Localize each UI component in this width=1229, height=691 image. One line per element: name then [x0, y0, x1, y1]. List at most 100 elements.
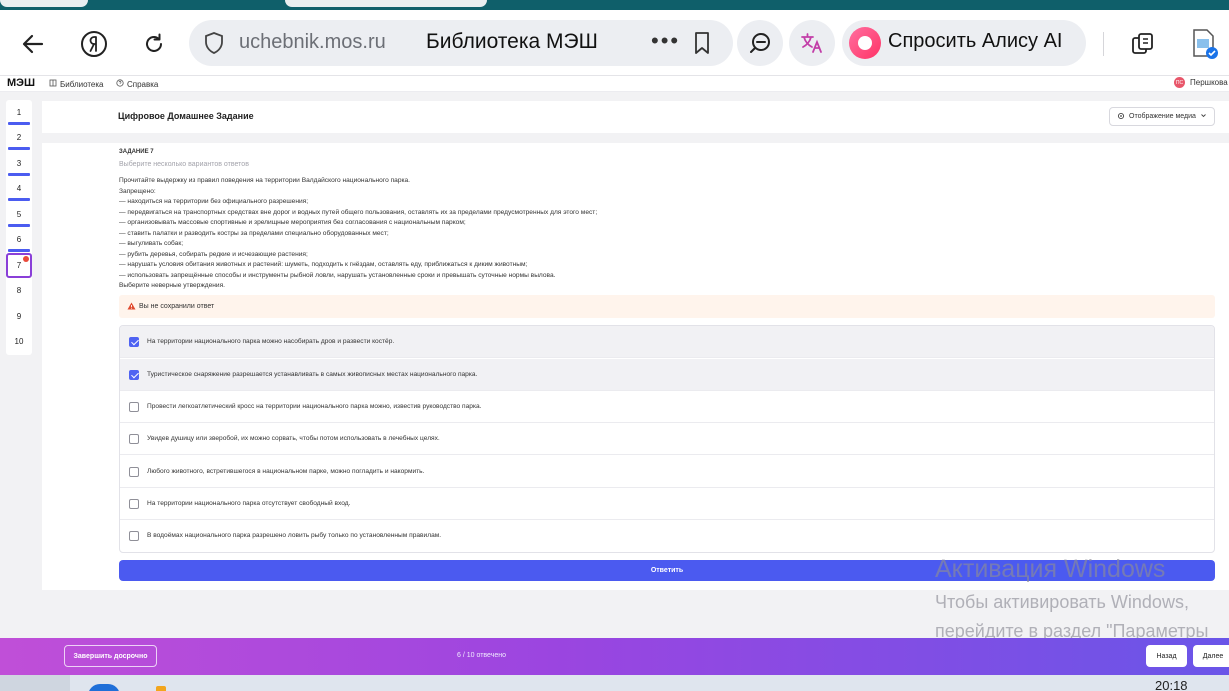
help-icon	[116, 79, 124, 89]
finish-early-button[interactable]: Завершить досрочно	[64, 645, 157, 667]
user-menu[interactable]: ПС Першкова	[1174, 77, 1228, 88]
question-nav-item[interactable]: 2	[6, 125, 32, 150]
url-host[interactable]: uchebnik.mos.ru	[239, 31, 386, 54]
browser-tab-strip	[0, 0, 1229, 10]
answer-option[interactable]: Любого животного, встретившегося в нацио…	[120, 456, 1214, 488]
browser-tab[interactable]	[0, 0, 88, 7]
page-title: Библиотека МЭШ	[426, 30, 598, 53]
checkbox[interactable]	[129, 499, 139, 509]
question-nav-item[interactable]: 8	[6, 278, 32, 303]
task-line: Запрещено:	[119, 187, 156, 195]
yandex-icon[interactable]	[76, 26, 112, 62]
more-icon[interactable]: •••	[651, 28, 680, 54]
bookmark-icon[interactable]	[692, 31, 712, 60]
checkbox[interactable]	[129, 370, 139, 380]
translate-icon[interactable]	[789, 20, 835, 66]
question-nav-item[interactable]: 1	[6, 100, 32, 125]
browser-tab-active[interactable]	[285, 0, 487, 7]
answer-option[interactable]: На территории национального парка отсутс…	[120, 488, 1214, 520]
question-nav-item[interactable]: 9	[6, 304, 32, 329]
taskbar-clock[interactable]: 20:18	[1155, 678, 1188, 691]
user-name: Першкова	[1190, 78, 1228, 87]
task-line: Прочитайте выдержку из правил поведения …	[119, 177, 411, 184]
question-nav-item[interactable]: 4	[6, 176, 32, 201]
collections-icon[interactable]	[1125, 26, 1161, 62]
reload-icon[interactable]	[136, 26, 172, 62]
search-chat-icon[interactable]	[737, 20, 783, 66]
folder-taskbar-icon[interactable]	[156, 686, 166, 691]
assignment-title: Цифровое Домашнее Задание	[118, 111, 254, 121]
windows-taskbar: 20:18	[0, 675, 1229, 691]
question-number: 6	[16, 235, 22, 244]
question-number: 1	[16, 108, 22, 117]
question-number: 2	[16, 133, 22, 142]
question-nav: 1 2 3 4 5 6 7 8 9 10	[6, 100, 32, 355]
task-line: — организовывать массовые спортивные и з…	[119, 219, 466, 226]
question-number: 9	[16, 312, 22, 321]
ask-alice-button[interactable]: Спросить Алису AI	[842, 20, 1086, 66]
nav-help[interactable]: Справка	[116, 79, 158, 89]
next-button[interactable]: Далее	[1193, 645, 1229, 667]
mesh-logo[interactable]: МЭШ	[7, 77, 35, 89]
checkbox[interactable]	[129, 402, 139, 412]
question-nav-item-active[interactable]: 7	[6, 253, 32, 278]
answer-option-label: Туристическое снаряжение разрешается уст…	[147, 371, 478, 378]
answer-option[interactable]: Туристическое снаряжение разрешается уст…	[120, 359, 1214, 391]
checkbox[interactable]	[129, 467, 139, 477]
ask-alice-label: Спросить Алису AI	[888, 30, 1063, 52]
answer-option[interactable]: Увидев душицу или зверобой, их можно сор…	[120, 423, 1214, 455]
address-bar[interactable]: uchebnik.mos.ru Библиотека МЭШ •••	[189, 20, 733, 66]
answer-options: На территории национального парка можно …	[119, 325, 1215, 553]
answered-indicator	[8, 249, 30, 252]
site-header: МЭШ Библиотека Справка ПС Першкова	[0, 76, 1229, 92]
bottom-bar: Завершить досрочно 6 / 10 отвечено Назад…	[0, 638, 1229, 675]
task-line: — ставить палатки и разводить костры за …	[119, 229, 389, 237]
nav-library-label: Библиотека	[60, 79, 104, 89]
task-subtitle: Выберите несколько вариантов ответов	[119, 161, 249, 168]
browser-toolbar: uchebnik.mos.ru Библиотека МЭШ ••• Спрос…	[0, 10, 1229, 76]
answer-option-label: Увидев душицу или зверобой, их можно сор…	[147, 435, 440, 442]
task-line: Выберите неверные утверждения.	[119, 282, 225, 289]
question-nav-item[interactable]: 3	[6, 151, 32, 176]
answer-option[interactable]: В водоёмах национального парка разрешено…	[120, 520, 1214, 552]
checkbox[interactable]	[129, 531, 139, 541]
media-display-label: Отображение медиа	[1129, 113, 1196, 120]
answered-indicator	[8, 147, 30, 150]
question-nav-item[interactable]: 5	[6, 202, 32, 227]
task-text: Прочитайте выдержку из правил поведения …	[119, 176, 1119, 292]
windows-activation-line: Чтобы активировать Windows,	[935, 592, 1189, 612]
back-arrow-icon[interactable]	[15, 26, 51, 62]
shield-icon[interactable]	[203, 31, 225, 60]
task-line: — выгуливать собак;	[119, 240, 184, 247]
task-line: — находиться на территории без официальн…	[119, 198, 309, 205]
nav-help-label: Справка	[127, 79, 159, 89]
answer-option[interactable]: Провести легкоатлетический кросс на терр…	[120, 391, 1214, 423]
task-line: — рубить деревья, собирать редкие и исче…	[119, 250, 308, 258]
answer-option[interactable]: На территории национального парка можно …	[120, 326, 1214, 358]
question-nav-item[interactable]: 10	[6, 329, 32, 354]
unsaved-warning: Вы не сохранили ответ	[119, 295, 1215, 318]
question-number: 8	[16, 286, 22, 295]
media-display-button[interactable]: Отображение медиа	[1109, 107, 1215, 126]
answer-option-label: На территории национального парка можно …	[147, 338, 395, 345]
back-button[interactable]: Назад	[1146, 645, 1187, 667]
question-number: 10	[14, 337, 24, 346]
avatar: ПС	[1174, 77, 1185, 88]
browser-taskbar-icon[interactable]	[88, 684, 120, 691]
windows-activation-title: Активация Windows	[935, 555, 1166, 583]
toolbar-divider	[1103, 32, 1104, 56]
warning-icon	[23, 256, 29, 262]
warning-triangle-icon	[127, 302, 136, 312]
answer-option-label: В водоёмах национального парка разрешено…	[147, 532, 442, 539]
task-line: — использовать запрещённые способы и инс…	[119, 271, 556, 279]
progress-counter: 6 / 10 отвечено	[457, 652, 507, 659]
task-label: ЗАДАНИЕ 7	[119, 149, 154, 155]
question-nav-item[interactable]: 6	[6, 227, 32, 252]
checkbox[interactable]	[129, 434, 139, 444]
checkbox[interactable]	[129, 337, 139, 347]
answer-option-label: На территории национального парка отсутс…	[147, 500, 351, 507]
unsaved-warning-text: Вы не сохранили ответ	[139, 303, 215, 310]
image-file-icon[interactable]	[1186, 26, 1222, 62]
start-area[interactable]	[0, 675, 70, 691]
nav-library[interactable]: Библиотека	[49, 79, 104, 89]
